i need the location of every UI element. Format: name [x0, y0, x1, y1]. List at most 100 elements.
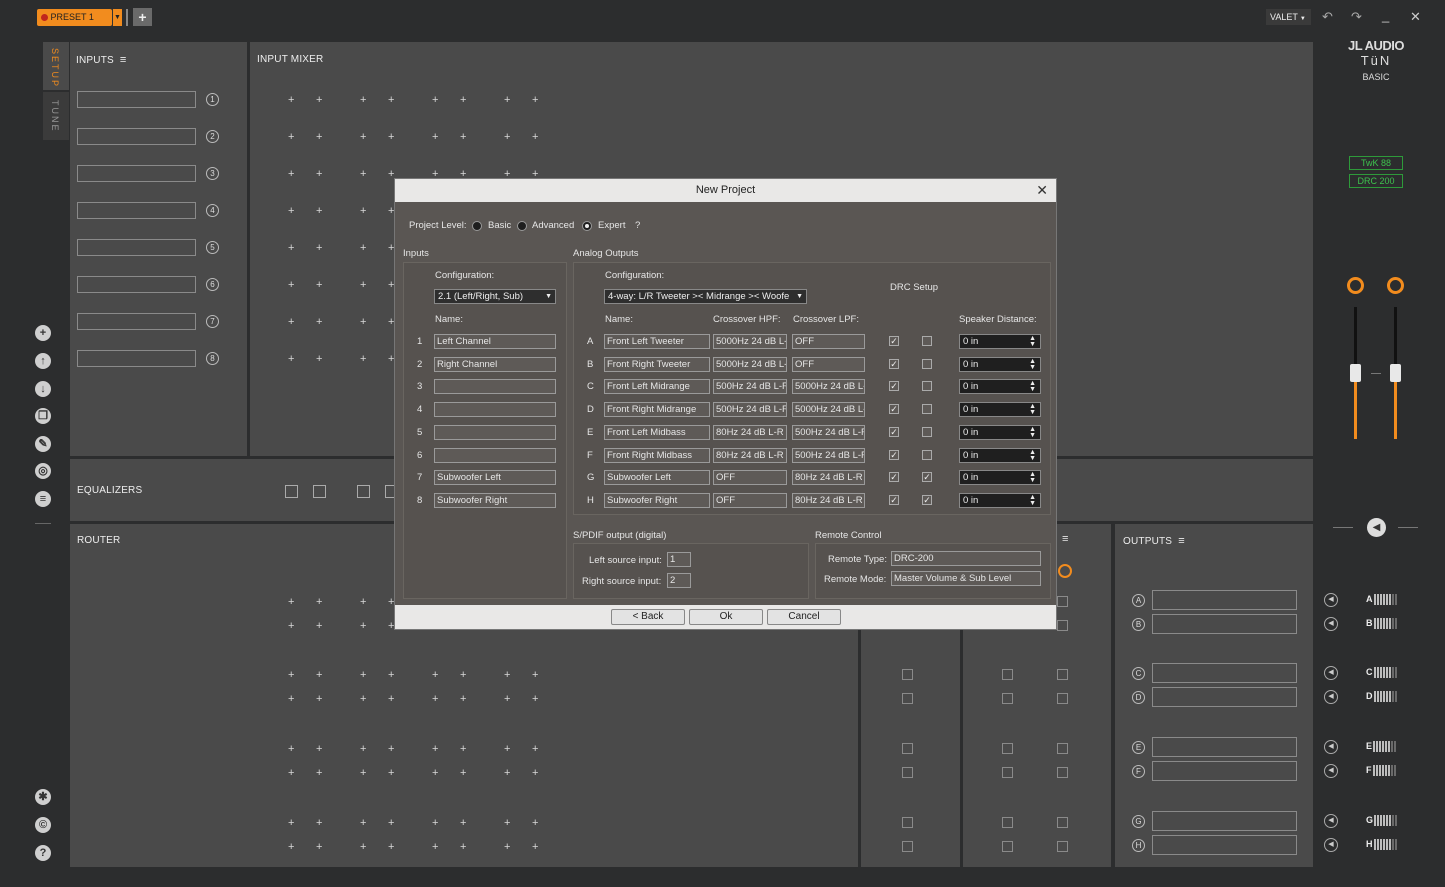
drc-sub-checkbox[interactable]: ✓	[922, 494, 932, 505]
hpf-field[interactable]: OFF	[713, 470, 787, 486]
sub-fader-handle[interactable]	[1390, 364, 1401, 382]
hpf-field[interactable]: 500Hz 24 dB L-R	[713, 379, 787, 395]
hpf-field[interactable]: 5000Hz 24 dB L-R	[713, 334, 787, 349]
router-crosspoint[interactable]: +	[360, 818, 366, 829]
copyright-icon[interactable]: ©	[35, 817, 51, 833]
input-name-field[interactable]	[77, 165, 196, 182]
master-knob[interactable]	[1347, 277, 1364, 294]
output-name-input[interactable]: Front Left Midbass	[604, 424, 710, 440]
drc-sub-checkbox[interactable]	[922, 426, 932, 437]
mixer-crosspoint[interactable]: +	[360, 95, 366, 106]
router-crosspoint[interactable]: +	[316, 744, 322, 755]
spinner-arrows-icon[interactable]: ▲ ▼	[1029, 358, 1036, 371]
speaker-distance-spinner[interactable]: 0 in ▲ ▼	[959, 402, 1041, 418]
mixer-crosspoint[interactable]: +	[360, 206, 366, 217]
phase-checkbox[interactable]	[1057, 767, 1068, 778]
router-crosspoint[interactable]: +	[360, 597, 366, 608]
phase-checkbox[interactable]	[1057, 596, 1068, 607]
delay-checkbox[interactable]	[902, 743, 913, 754]
mixer-crosspoint[interactable]: +	[288, 95, 294, 106]
mixer-crosspoint[interactable]: +	[288, 169, 294, 180]
output-name-input[interactable]: Front Right Midbass	[604, 447, 710, 463]
output-name-field[interactable]	[1152, 835, 1297, 855]
add-icon[interactable]: +	[35, 325, 51, 341]
router-crosspoint[interactable]: +	[432, 818, 438, 829]
router-crosspoint[interactable]: +	[288, 818, 294, 829]
wrench-icon[interactable]: ✎	[35, 436, 51, 452]
phase-checkbox[interactable]	[1057, 841, 1068, 852]
router-crosspoint[interactable]: +	[288, 621, 294, 632]
mixer-crosspoint[interactable]: +	[316, 169, 322, 180]
router-crosspoint[interactable]: +	[388, 768, 394, 779]
tab-setup[interactable]: SETUP	[43, 42, 69, 90]
router-crosspoint[interactable]: +	[532, 694, 538, 705]
speaker-icon[interactable]: ◀	[1324, 617, 1338, 631]
speaker-distance-spinner[interactable]: 0 in ▲ ▼	[959, 356, 1041, 372]
inputs-config-dropdown[interactable]: 2.1 (Left/Right, Sub) ▼	[434, 289, 556, 304]
speaker-distance-spinner[interactable]: 0 in ▲ ▼	[959, 334, 1041, 349]
drc-sub-checkbox[interactable]	[922, 404, 932, 415]
mixer-crosspoint[interactable]: +	[288, 132, 294, 143]
mixer-crosspoint[interactable]: +	[316, 206, 322, 217]
output-name-field[interactable]	[1152, 614, 1297, 634]
mixer-crosspoint[interactable]: +	[360, 280, 366, 291]
mixer-crosspoint[interactable]: +	[288, 243, 294, 254]
download-icon[interactable]: ↓	[35, 381, 51, 397]
mixer-crosspoint[interactable]: +	[288, 317, 294, 328]
router-crosspoint[interactable]: +	[316, 621, 322, 632]
mixer-crosspoint[interactable]: +	[504, 132, 510, 143]
speaker-distance-spinner[interactable]: 0 in ▲ ▼	[959, 379, 1041, 395]
lpf-field[interactable]: 5000Hz 24 dB L-R	[792, 402, 865, 418]
master-fader-handle[interactable]	[1350, 364, 1361, 382]
router-crosspoint[interactable]: +	[388, 818, 394, 829]
router-crosspoint[interactable]: +	[388, 842, 394, 853]
eq-link-checkbox[interactable]	[313, 485, 326, 498]
router-crosspoint[interactable]: +	[388, 670, 394, 681]
drc-checkbox[interactable]: ✓	[889, 358, 899, 369]
output-name-field[interactable]	[1152, 811, 1297, 831]
left-source-input[interactable]: 1	[667, 552, 691, 567]
output-name-input[interactable]: Front Right Tweeter	[604, 356, 710, 372]
mixer-crosspoint[interactable]: +	[532, 95, 538, 106]
router-crosspoint[interactable]: +	[432, 744, 438, 755]
mute-checkbox[interactable]	[1002, 669, 1013, 680]
router-crosspoint[interactable]: +	[316, 818, 322, 829]
level-expert-radio[interactable]	[582, 221, 592, 231]
preset-dropdown-button[interactable]: ▼	[112, 9, 122, 26]
spinner-arrows-icon[interactable]: ▲ ▼	[1029, 471, 1036, 484]
drc-sub-checkbox[interactable]	[922, 449, 932, 460]
speaker-distance-spinner[interactable]: 0 in ▲ ▼	[959, 470, 1041, 486]
input-name-input[interactable]: Left Channel	[434, 334, 556, 349]
output-name-field[interactable]	[1152, 687, 1297, 707]
router-crosspoint[interactable]: +	[288, 670, 294, 681]
drc-checkbox[interactable]: ✓	[889, 494, 899, 505]
volume-icon[interactable]: ◀	[1367, 518, 1386, 537]
router-crosspoint[interactable]: +	[288, 597, 294, 608]
delay-checkbox[interactable]	[902, 817, 913, 828]
lpf-field[interactable]: OFF	[792, 334, 865, 349]
spinner-arrows-icon[interactable]: ▲ ▼	[1029, 426, 1036, 439]
router-crosspoint[interactable]: +	[532, 768, 538, 779]
level-basic-radio[interactable]	[472, 221, 482, 231]
mixer-crosspoint[interactable]: +	[504, 95, 510, 106]
back-button[interactable]: < Back	[611, 609, 685, 625]
eq-link-checkbox[interactable]	[357, 485, 370, 498]
output-name-input[interactable]: Subwoofer Right	[604, 492, 710, 508]
undo-icon[interactable]: ↶	[1322, 9, 1333, 25]
lpf-field[interactable]: 500Hz 24 dB L-R	[792, 447, 865, 463]
level-advanced-radio[interactable]	[517, 221, 527, 231]
drc-sub-checkbox[interactable]	[922, 358, 932, 369]
drc-sub-checkbox[interactable]: ✓	[922, 472, 932, 483]
mixer-crosspoint[interactable]: +	[316, 317, 322, 328]
input-name-field[interactable]	[77, 202, 196, 219]
mute-checkbox[interactable]	[1002, 767, 1013, 778]
lpf-field[interactable]: 80Hz 24 dB L-R	[792, 470, 865, 486]
mixer-crosspoint[interactable]: +	[388, 132, 394, 143]
router-crosspoint[interactable]: +	[504, 670, 510, 681]
drc-checkbox[interactable]: ✓	[889, 381, 899, 392]
output-name-input[interactable]: Front Right Midrange	[604, 402, 710, 418]
mixer-crosspoint[interactable]: +	[288, 354, 294, 365]
mixer-crosspoint[interactable]: +	[460, 95, 466, 106]
spinner-arrows-icon[interactable]: ▲ ▼	[1029, 380, 1036, 393]
tab-tune[interactable]: TUNE	[43, 92, 69, 140]
